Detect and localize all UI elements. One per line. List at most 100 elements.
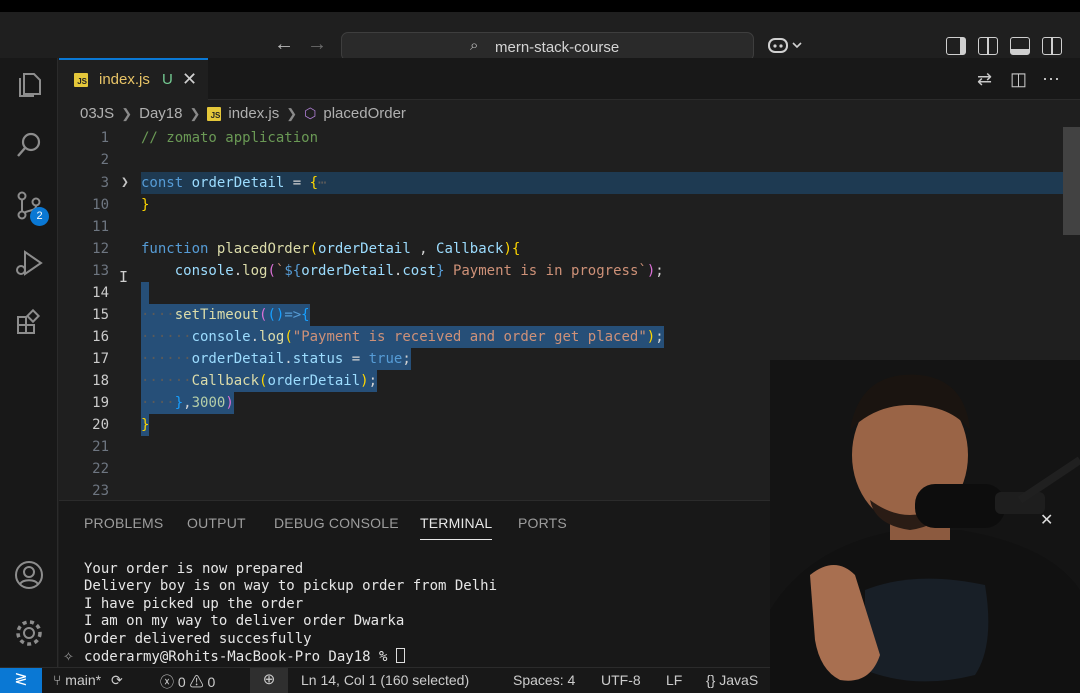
copilot-icon[interactable]: [768, 36, 802, 59]
chevron-right-fold-icon[interactable]: ❯: [121, 172, 129, 194]
chevron-right-icon: ❯: [189, 105, 201, 121]
chevron-right-icon: ❯: [286, 105, 298, 121]
line-number: 3: [100, 175, 109, 191]
line-number: 18: [92, 373, 109, 389]
extensions-icon[interactable]: [14, 308, 46, 340]
tab-output[interactable]: OUTPUT: [187, 515, 246, 531]
line-number: 20: [92, 417, 109, 433]
breadcrumb-folder-day18[interactable]: Day18: [139, 105, 182, 122]
code-line: 3 ❯ const orderDetail = {⋯: [59, 172, 1063, 194]
terminal-line: I am on my way to deliver order Dwarka: [84, 613, 405, 630]
terminal-line: Your order is now prepared: [84, 561, 304, 577]
tab-ports[interactable]: PORTS: [518, 515, 567, 531]
terminal-cursor: [395, 648, 405, 664]
end-of-line[interactable]: LF: [666, 672, 682, 688]
breadcrumb-symbol[interactable]: placedOrder: [323, 105, 406, 122]
tab-terminal[interactable]: TERMINAL: [420, 515, 493, 540]
toggle-secondary-sidebar-icon[interactable]: [1042, 37, 1062, 55]
code-line: 16 ······console.log("Payment is receive…: [59, 326, 1063, 348]
javascript-file-icon: JS: [74, 73, 88, 87]
branch-name: main*: [65, 672, 102, 688]
code-text: ····setTimeout(()=>{: [141, 304, 310, 326]
account-icon[interactable]: [14, 560, 46, 592]
editor-scrollbar[interactable]: [1063, 127, 1080, 235]
sync-icon: ⟳: [110, 672, 123, 688]
terminal-output[interactable]: Your order is now prepared Delivery boy i…: [84, 561, 497, 666]
line-number: 1: [100, 130, 109, 146]
code-text: console.log(`${orderDetail.cost} Payment…: [174, 263, 664, 279]
line-number: 21: [92, 439, 109, 455]
command-center-search[interactable]: ⌕ mern-stack-course: [341, 32, 754, 61]
zoom-icon[interactable]: ⊕: [250, 668, 288, 693]
javascript-file-icon: JS: [207, 106, 222, 121]
code-text: const orderDetail = {⋯: [141, 175, 327, 191]
line-number: 13: [92, 263, 109, 279]
line-number: 11: [92, 219, 109, 235]
code-line: 14: [59, 282, 1063, 304]
code-line: 15 ····setTimeout(()=>{: [59, 304, 1063, 326]
code-text: ····},3000): [141, 392, 234, 414]
title-bar: ← → ⌕ mern-stack-course: [0, 12, 1080, 61]
tab-problems[interactable]: PROBLEMS: [84, 515, 163, 531]
error-icon: ⓧ: [160, 674, 174, 690]
toggle-editor-layout-icon[interactable]: [978, 37, 998, 55]
code-line: 11: [59, 216, 1063, 238]
microphone: [915, 484, 1005, 528]
indentation[interactable]: Spaces: 4: [513, 672, 575, 688]
line-number: 12: [92, 241, 109, 257]
explorer-files-icon[interactable]: [14, 70, 46, 102]
more-actions-icon[interactable]: ⋯: [1042, 69, 1060, 90]
git-branch-item[interactable]: ⑂ main* ⟳: [53, 672, 123, 689]
settings-gear-icon[interactable]: [14, 618, 46, 650]
shell-integration-icon: ✧: [63, 649, 74, 664]
code-line: 2: [59, 149, 1063, 171]
code-line: 10 }: [59, 194, 1063, 216]
code-line: 12 function placedOrder(orderDetail , Ca…: [59, 238, 1063, 260]
code-line: 1 // zomato application: [59, 127, 1063, 149]
tab-index-js[interactable]: JS index.js U ✕: [59, 58, 208, 100]
tab-filename: index.js: [99, 71, 150, 88]
untracked-status: U: [162, 71, 173, 88]
warning-icon: ⚠: [189, 674, 204, 690]
forward-arrow-icon[interactable]: →: [307, 33, 327, 56]
toggle-panel-icon[interactable]: [1010, 37, 1030, 55]
cursor-position[interactable]: Ln 14, Col 1 (160 selected): [301, 672, 469, 688]
encoding[interactable]: UTF-8: [601, 672, 641, 688]
line-number: 10: [92, 197, 109, 213]
breadcrumb-file[interactable]: index.js: [228, 105, 279, 122]
code-text: }: [141, 197, 150, 213]
text-cursor-icon: I: [119, 268, 129, 286]
terminal-line: I have picked up the order: [84, 595, 304, 612]
code-text: ······console.log("Payment is received a…: [141, 326, 664, 348]
webcam-overlay: ✕: [770, 360, 1080, 693]
search-icon[interactable]: [14, 130, 46, 162]
method-symbol-icon: ⬡: [304, 105, 317, 121]
breadcrumb-folder-03js[interactable]: 03JS: [80, 105, 114, 122]
line-number: 15: [92, 307, 109, 323]
selection-highlight: [141, 282, 149, 304]
compare-changes-icon[interactable]: ⇄: [977, 69, 992, 90]
screen-top-strip: [0, 0, 1080, 12]
terminal-prompt-line: coderarmy@Rohits-MacBook-Pro Day18 %: [84, 648, 497, 666]
line-number: 14: [92, 285, 109, 301]
toggle-primary-sidebar-icon[interactable]: [946, 37, 966, 55]
breadcrumb: 03JS ❯ Day18 ❯ JS index.js ❯ ⬡ placedOrd…: [80, 105, 406, 122]
code-line: 13 console.log(`${orderDetail.cost} Paym…: [59, 260, 1063, 282]
problems-item[interactable]: ⓧ 0 ⚠ 0: [160, 672, 215, 692]
tab-debug-console[interactable]: DEBUG CONSOLE: [274, 515, 399, 531]
code-text: function placedOrder(orderDetail , Callb…: [141, 241, 521, 257]
activity-bar: 2: [0, 58, 58, 667]
line-number: 19: [92, 395, 109, 411]
code-text: ······Callback(orderDetail);: [141, 370, 378, 392]
webcam-close-icon: ✕: [1040, 512, 1053, 529]
language-mode[interactable]: {} JavaS: [706, 672, 758, 688]
close-tab-icon[interactable]: ✕: [182, 69, 197, 90]
remote-indicator-icon[interactable]: ≷: [0, 668, 42, 693]
split-editor-icon[interactable]: ◫: [1010, 69, 1027, 90]
line-number: 23: [92, 483, 109, 499]
back-arrow-icon[interactable]: ←: [274, 33, 294, 56]
run-debug-icon[interactable]: [14, 248, 46, 280]
line-number: 17: [92, 351, 109, 367]
terminal-line: Delivery boy is on way to pickup order f…: [84, 578, 498, 595]
code-text: }: [141, 414, 150, 436]
